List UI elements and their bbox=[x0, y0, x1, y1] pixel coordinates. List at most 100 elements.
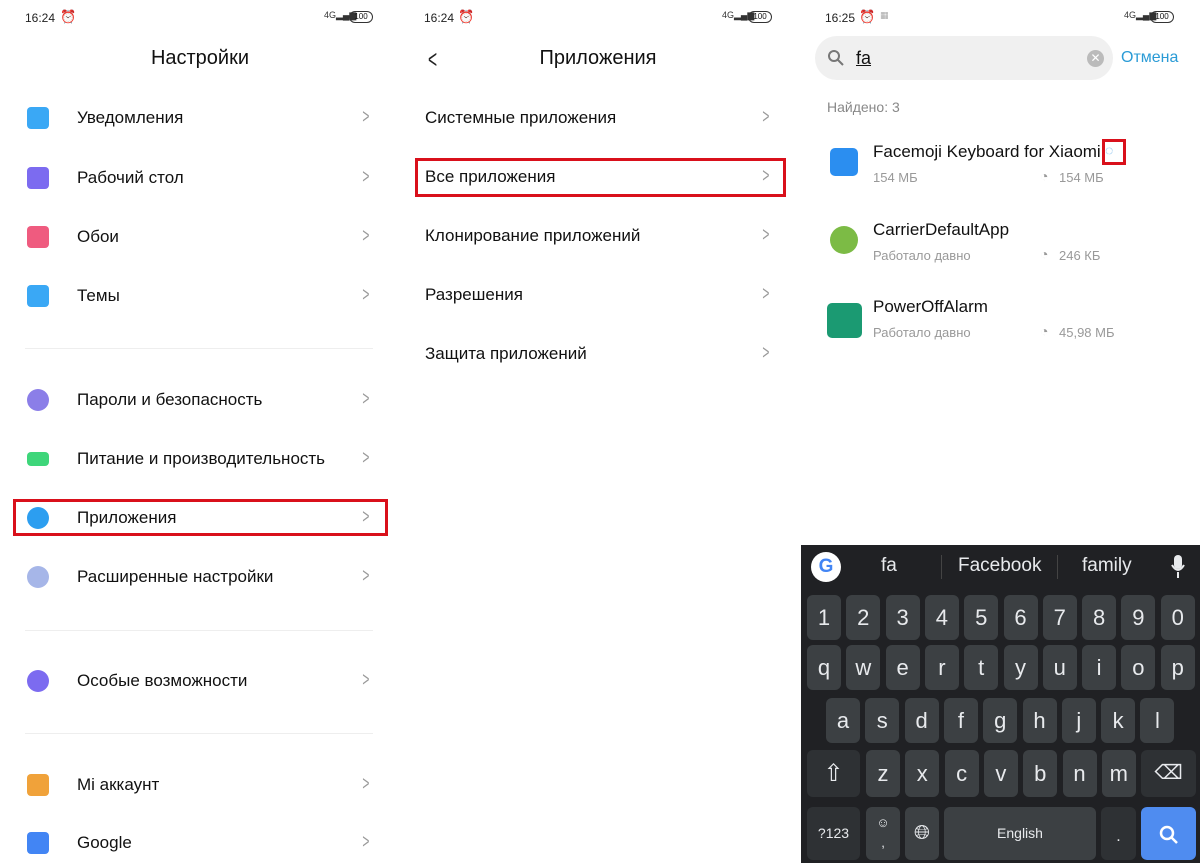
key-1[interactable]: 1 bbox=[807, 595, 841, 640]
period-key[interactable]: . bbox=[1101, 807, 1136, 860]
settings-item-label: Обои bbox=[77, 227, 119, 246]
suggestion[interactable]: family bbox=[1082, 555, 1132, 577]
chevron-right-icon: > bbox=[362, 669, 370, 691]
key-h[interactable]: h bbox=[1022, 698, 1057, 743]
suggestion[interactable]: Facebook bbox=[958, 555, 1041, 577]
key-9[interactable]: 9 bbox=[1121, 595, 1156, 640]
microphone-icon[interactable] bbox=[1171, 555, 1185, 579]
apps-menu-item[interactable]: Разрешения > bbox=[400, 270, 800, 320]
key-z[interactable]: z bbox=[866, 750, 900, 797]
key-x[interactable]: x bbox=[905, 750, 940, 797]
apps-menu-item[interactable]: Системные приложения > bbox=[400, 93, 800, 143]
settings-item[interactable]: Рабочий стол > bbox=[0, 153, 400, 203]
chevron-right-icon: > bbox=[362, 284, 370, 306]
chevron-right-icon: > bbox=[762, 283, 770, 305]
chevron-right-icon: > bbox=[762, 106, 770, 128]
google-icon[interactable]: G bbox=[811, 552, 841, 582]
chevron-right-icon: > bbox=[762, 342, 770, 364]
settings-item[interactable]: Google > bbox=[0, 818, 400, 863]
app-size: 246 КБ bbox=[1059, 247, 1101, 263]
settings-item-label: Темы bbox=[77, 286, 120, 305]
settings-item[interactable]: Темы > bbox=[0, 271, 400, 321]
clear-search-icon[interactable]: ✕ bbox=[1087, 50, 1104, 67]
settings-item[interactable]: Питание и производительность > bbox=[0, 434, 400, 484]
settings-item[interactable]: Mi аккаунт > bbox=[0, 760, 400, 810]
apps-menu-item[interactable]: Клонирование приложений > bbox=[400, 211, 800, 261]
emoji-comma-key[interactable]: ☺, bbox=[866, 807, 900, 860]
settings-item-label: Питание и производительность bbox=[77, 449, 326, 468]
key-7[interactable]: 7 bbox=[1042, 595, 1077, 640]
key-p[interactable]: p bbox=[1160, 645, 1195, 690]
key-m[interactable]: m bbox=[1101, 750, 1136, 797]
mi-logo-icon bbox=[27, 774, 49, 796]
settings-item[interactable]: Расширенные настройки > bbox=[0, 552, 400, 602]
settings-item-label: Google bbox=[77, 833, 132, 852]
settings-item[interactable]: Уведомления > bbox=[0, 93, 400, 143]
app-name: PowerOffAlarm bbox=[873, 297, 988, 316]
key-8[interactable]: 8 bbox=[1082, 595, 1117, 640]
apps-menu-item[interactable]: Защита приложений > bbox=[400, 329, 800, 379]
key-c[interactable]: c bbox=[944, 750, 979, 797]
key-o[interactable]: o bbox=[1121, 645, 1156, 690]
settings-item[interactable]: Обои > bbox=[0, 212, 400, 262]
key-n[interactable]: n bbox=[1062, 750, 1097, 797]
key-2[interactable]: 2 bbox=[846, 595, 881, 640]
cancel-button[interactable]: Отмена bbox=[1121, 49, 1178, 67]
key-4[interactable]: 4 bbox=[924, 595, 959, 640]
space-key[interactable]: English bbox=[944, 807, 1096, 860]
app-info: Работало давно bbox=[873, 325, 971, 340]
key-5[interactable]: 5 bbox=[964, 595, 999, 640]
key-0[interactable]: 0 bbox=[1160, 595, 1195, 640]
settings-item-label: Особые возможности bbox=[77, 671, 248, 690]
chevron-right-icon: > bbox=[362, 447, 370, 469]
key-y[interactable]: y bbox=[1003, 645, 1038, 690]
app-list-item[interactable]: CarrierDefaultApp Работало давно ◔ 246 КБ bbox=[800, 218, 1200, 270]
key-q[interactable]: q bbox=[807, 645, 841, 690]
key-v[interactable]: v bbox=[983, 750, 1018, 797]
key-d[interactable]: d bbox=[904, 698, 939, 743]
key-k[interactable]: k bbox=[1101, 698, 1136, 743]
facemoji-icon bbox=[830, 148, 858, 176]
key-t[interactable]: t bbox=[964, 645, 999, 690]
apps-screen: 16:24 ⏰ 4G▂▄▆ 100 < Приложения Системные… bbox=[400, 0, 800, 863]
key-g[interactable]: g bbox=[983, 698, 1018, 743]
key-r[interactable]: r bbox=[924, 645, 959, 690]
key-s[interactable]: s bbox=[865, 698, 900, 743]
back-button[interactable]: < bbox=[428, 44, 437, 75]
key-l[interactable]: l bbox=[1140, 698, 1175, 743]
key-e[interactable]: e bbox=[885, 645, 920, 690]
key-b[interactable]: b bbox=[1023, 750, 1058, 797]
key-i[interactable]: i bbox=[1082, 645, 1117, 690]
backspace-key[interactable]: ⌫ bbox=[1141, 750, 1196, 797]
key-f[interactable]: f bbox=[943, 698, 978, 743]
key-w[interactable]: w bbox=[846, 645, 881, 690]
key-a[interactable]: a bbox=[826, 698, 860, 743]
suggestion[interactable]: fa bbox=[881, 555, 897, 577]
key-u[interactable]: u bbox=[1042, 645, 1077, 690]
search-input[interactable]: fa ✕ bbox=[815, 36, 1113, 80]
settings-item-label: Mi аккаунт bbox=[77, 775, 160, 794]
home-icon bbox=[27, 167, 49, 189]
search-key[interactable] bbox=[1141, 807, 1196, 860]
divider bbox=[941, 555, 942, 579]
chevron-right-icon: > bbox=[362, 388, 370, 410]
app-name: CarrierDefaultApp bbox=[873, 219, 1010, 239]
android-icon bbox=[827, 303, 862, 338]
key-6[interactable]: 6 bbox=[1003, 595, 1038, 640]
apps-menu-label: Клонирование приложений bbox=[425, 226, 641, 245]
search-query: fa bbox=[856, 48, 872, 68]
symbols-key[interactable]: ?123 bbox=[807, 807, 860, 860]
settings-item[interactable]: Особые возможности > bbox=[0, 656, 400, 706]
results-count: Найдено: 3 bbox=[827, 99, 900, 115]
app-list-item[interactable]: Facemoji Keyboard for Xiaomi 154 МБ ◔ 154 М… bbox=[800, 140, 1200, 192]
settings-item[interactable]: Пароли и безопасность > bbox=[0, 375, 400, 425]
globe-icon[interactable]: 🌐︎ bbox=[905, 807, 939, 860]
shift-key[interactable]: ⇧ bbox=[807, 750, 860, 797]
android-gear-icon bbox=[830, 225, 858, 254]
key-j[interactable]: j bbox=[1061, 698, 1096, 743]
key-3[interactable]: 3 bbox=[885, 595, 920, 640]
app-list-item[interactable]: PowerOffAlarm Работало давно ◔ 45,98 МБ bbox=[800, 295, 1200, 347]
keyboard: G fa Facebook family 1234567890qwertyuio… bbox=[801, 545, 1200, 863]
chevron-right-icon: > bbox=[362, 565, 370, 587]
status-time: 16:24 bbox=[25, 11, 56, 25]
